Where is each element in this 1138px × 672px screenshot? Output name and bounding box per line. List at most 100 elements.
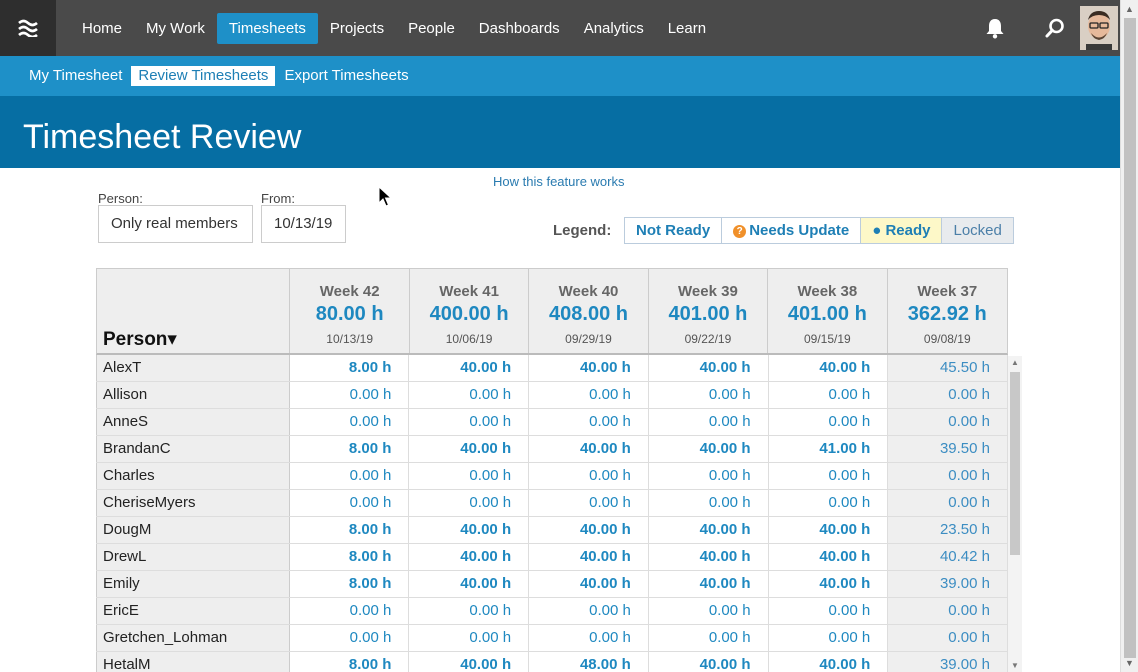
nav-projects[interactable]: Projects (318, 13, 396, 44)
hours-cell[interactable]: 0.00 h (289, 598, 410, 624)
hours-cell[interactable]: 0.00 h (648, 490, 769, 516)
hours-cell[interactable]: 40.00 h (768, 544, 889, 570)
person-name-cell[interactable]: Charles (96, 463, 290, 489)
hours-cell[interactable]: 40.00 h (409, 436, 530, 462)
hours-cell[interactable]: 39.50 h (888, 436, 1008, 462)
person-filter-select[interactable]: Only real members (98, 205, 253, 243)
window-scroll-down-icon[interactable]: ▼ (1125, 658, 1134, 668)
grid-scrollbar-thumb[interactable] (1010, 372, 1020, 555)
hours-cell[interactable]: 40.00 h (409, 544, 530, 570)
hours-cell[interactable]: 41.00 h (768, 436, 889, 462)
hours-cell[interactable]: 40.00 h (529, 436, 649, 462)
nav-my-work[interactable]: My Work (134, 13, 217, 44)
window-scrollbar[interactable]: ▲ ▼ (1120, 0, 1138, 672)
hours-cell[interactable]: 0.00 h (529, 598, 649, 624)
hours-cell[interactable]: 0.00 h (768, 490, 889, 516)
hours-cell[interactable]: 0.00 h (888, 382, 1008, 408)
hours-cell[interactable]: 40.00 h (648, 544, 769, 570)
hours-cell[interactable]: 0.00 h (768, 409, 889, 435)
hours-cell[interactable]: 0.00 h (409, 598, 530, 624)
hours-cell[interactable]: 40.00 h (409, 355, 530, 381)
hours-cell[interactable]: 40.00 h (529, 544, 649, 570)
hours-cell[interactable]: 40.42 h (888, 544, 1008, 570)
hours-cell[interactable]: 40.00 h (409, 571, 530, 597)
hours-cell[interactable]: 0.00 h (409, 382, 530, 408)
hours-cell[interactable]: 0.00 h (529, 409, 649, 435)
hours-cell[interactable]: 40.00 h (768, 652, 889, 672)
hours-cell[interactable]: 0.00 h (768, 625, 889, 651)
window-scrollbar-thumb[interactable] (1124, 18, 1136, 658)
avatar[interactable] (1080, 6, 1118, 50)
nav-home[interactable]: Home (70, 13, 134, 44)
hours-cell[interactable]: 0.00 h (768, 598, 889, 624)
person-name-cell[interactable]: DrewL (96, 544, 290, 570)
subnav-export-timesheets[interactable]: Export Timesheets (277, 66, 415, 86)
person-name-cell[interactable]: AlexT (96, 355, 290, 381)
hours-cell[interactable]: 0.00 h (648, 382, 769, 408)
person-name-cell[interactable]: AnneS (96, 409, 290, 435)
hours-cell[interactable]: 0.00 h (888, 463, 1008, 489)
hours-cell[interactable]: 0.00 h (648, 409, 769, 435)
nav-dashboards[interactable]: Dashboards (467, 13, 572, 44)
search-icon[interactable] (1040, 14, 1070, 42)
person-name-cell[interactable]: Allison (96, 382, 290, 408)
hours-cell[interactable]: 40.00 h (648, 436, 769, 462)
hours-cell[interactable]: 8.00 h (289, 517, 410, 543)
hours-cell[interactable]: 0.00 h (409, 463, 530, 489)
week-column-header[interactable]: Week 40 408.00 h 09/29/19 (529, 269, 649, 353)
hours-cell[interactable]: 40.00 h (529, 571, 649, 597)
person-name-cell[interactable]: Gretchen_Lohman (96, 625, 290, 651)
hours-cell[interactable]: 8.00 h (289, 652, 410, 672)
hours-cell[interactable]: 8.00 h (289, 436, 410, 462)
hours-cell[interactable]: 40.00 h (648, 517, 769, 543)
hours-cell[interactable]: 40.00 h (768, 355, 889, 381)
grid-scrollbar[interactable]: ▲ ▼ (1008, 356, 1022, 672)
week-column-header[interactable]: Week 42 80.00 h 10/13/19 (290, 269, 410, 353)
hours-cell[interactable]: 0.00 h (289, 463, 410, 489)
nav-analytics[interactable]: Analytics (572, 13, 656, 44)
nav-timesheets[interactable]: Timesheets (216, 13, 318, 44)
nav-learn[interactable]: Learn (656, 13, 718, 44)
person-name-cell[interactable]: EricE (96, 598, 290, 624)
hours-cell[interactable]: 0.00 h (648, 625, 769, 651)
bell-icon[interactable] (980, 14, 1010, 42)
hours-cell[interactable]: 0.00 h (529, 490, 649, 516)
scroll-down-arrow-icon[interactable]: ▼ (1011, 661, 1019, 670)
hours-cell[interactable]: 0.00 h (529, 625, 649, 651)
hours-cell[interactable]: 40.00 h (648, 355, 769, 381)
hours-cell[interactable]: 40.00 h (409, 517, 530, 543)
hours-cell[interactable]: 0.00 h (529, 382, 649, 408)
hours-cell[interactable]: 48.00 h (529, 652, 649, 672)
hours-cell[interactable]: 0.00 h (888, 409, 1008, 435)
person-name-cell[interactable]: BrandanC (96, 436, 290, 462)
hours-cell[interactable]: 0.00 h (888, 625, 1008, 651)
week-column-header[interactable]: Week 39 401.00 h 09/22/19 (649, 269, 769, 353)
nav-people[interactable]: People (396, 13, 467, 44)
week-column-header[interactable]: Week 41 400.00 h 10/06/19 (410, 269, 530, 353)
hours-cell[interactable]: 0.00 h (289, 625, 410, 651)
hours-cell[interactable]: 0.00 h (888, 490, 1008, 516)
hours-cell[interactable]: 0.00 h (289, 409, 410, 435)
hours-cell[interactable]: 39.00 h (888, 571, 1008, 597)
scroll-up-arrow-icon[interactable]: ▲ (1011, 358, 1019, 367)
person-name-cell[interactable]: CheriseMyers (96, 490, 290, 516)
hours-cell[interactable]: 40.00 h (768, 517, 889, 543)
hours-cell[interactable]: 0.00 h (768, 382, 889, 408)
person-name-cell[interactable]: DougM (96, 517, 290, 543)
hours-cell[interactable]: 45.50 h (888, 355, 1008, 381)
week-column-header[interactable]: Week 37 362.92 h 09/08/19 (888, 269, 1007, 353)
hours-cell[interactable]: 0.00 h (409, 625, 530, 651)
hours-cell[interactable]: 8.00 h (289, 355, 410, 381)
hours-cell[interactable]: 0.00 h (289, 490, 410, 516)
hours-cell[interactable]: 0.00 h (409, 409, 530, 435)
person-name-cell[interactable]: Emily (96, 571, 290, 597)
subnav-my-timesheet[interactable]: My Timesheet (22, 66, 129, 86)
hours-cell[interactable]: 0.00 h (888, 598, 1008, 624)
hours-cell[interactable]: 40.00 h (529, 517, 649, 543)
hours-cell[interactable]: 0.00 h (648, 463, 769, 489)
hours-cell[interactable]: 40.00 h (648, 652, 769, 672)
hours-cell[interactable]: 0.00 h (648, 598, 769, 624)
from-date-input[interactable]: 10/13/19 (261, 205, 346, 243)
window-scroll-up-icon[interactable]: ▲ (1125, 4, 1134, 14)
hours-cell[interactable]: 8.00 h (289, 571, 410, 597)
